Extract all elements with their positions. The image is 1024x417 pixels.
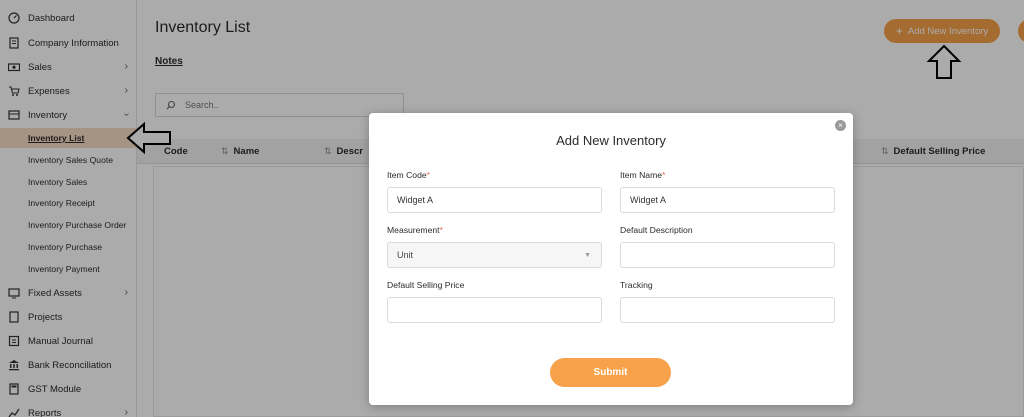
default-description-label: Default Description bbox=[620, 225, 693, 235]
close-icon[interactable]: × bbox=[835, 120, 846, 131]
add-inventory-modal: × Add New Inventory Item Code* Widget A … bbox=[369, 113, 853, 405]
chevron-down-icon: ▼ bbox=[584, 252, 591, 259]
default-selling-price-input[interactable] bbox=[387, 297, 602, 323]
tracking-input[interactable] bbox=[620, 297, 835, 323]
default-description-input[interactable] bbox=[620, 242, 835, 268]
item-code-input[interactable]: Widget A bbox=[387, 187, 602, 213]
tracking-label: Tracking bbox=[620, 280, 653, 290]
item-name-input[interactable]: Widget A bbox=[620, 187, 835, 213]
item-name-label: Item Name* bbox=[620, 170, 666, 180]
default-selling-price-label: Default Selling Price bbox=[387, 280, 465, 290]
item-code-label: Item Code* bbox=[387, 170, 431, 180]
measurement-select[interactable]: Unit ▼ bbox=[387, 242, 602, 268]
submit-button[interactable]: Submit bbox=[550, 358, 671, 387]
modal-title: Add New Inventory bbox=[556, 133, 666, 148]
measurement-label: Measurement* bbox=[387, 225, 443, 235]
